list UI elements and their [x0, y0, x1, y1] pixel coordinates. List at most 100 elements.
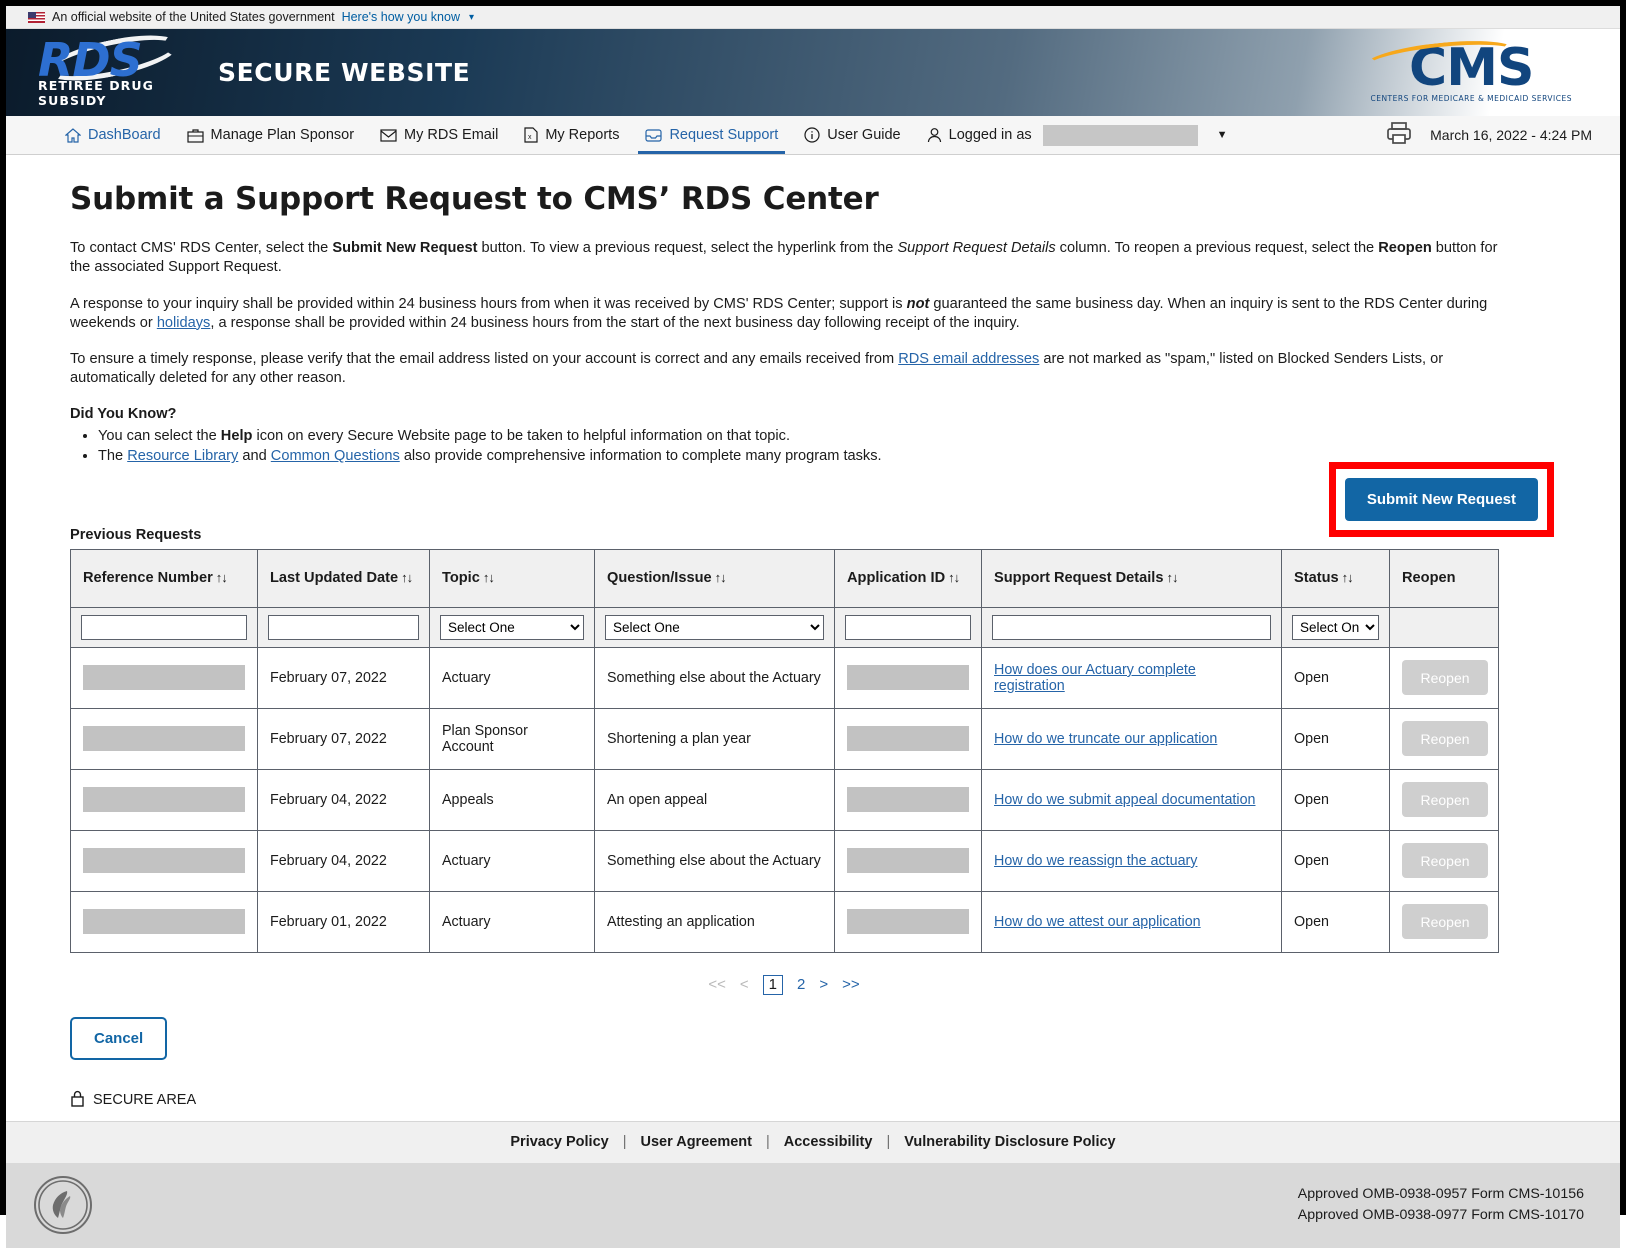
reopen-button[interactable]: Reopen — [1402, 721, 1488, 757]
table-head: Reference Number ↑↓ Last Updated Date ↑↓ T… — [70, 548, 1499, 648]
footer-link-user-agreement[interactable]: User Agreement — [627, 1134, 766, 1150]
home-icon — [65, 127, 81, 143]
cell-status: Open — [1281, 890, 1390, 953]
rds-logo[interactable]: RDS RETIREE DRUG SUBSIDY — [38, 25, 190, 108]
support-request-details-link[interactable]: How does our Actuary complete registrati… — [994, 662, 1196, 694]
b1-c: icon on every Secure Website page to be … — [252, 427, 791, 444]
sort-icon[interactable]: ↑↓ — [1342, 570, 1354, 585]
p1-a: To contact CMS' RDS Center, select the — [70, 240, 333, 256]
filter-last-updated-date-input[interactable] — [268, 614, 419, 640]
filter-status-select[interactable]: Select One — [1292, 614, 1379, 640]
support-request-details-link[interactable]: How do we truncate our application — [994, 731, 1217, 747]
sort-icon[interactable]: ↑↓ — [715, 570, 727, 585]
redacted-value — [847, 787, 969, 813]
nav-item-manage-plan-sponsor[interactable]: Manage Plan Sponsor — [174, 116, 368, 154]
header-label: Status — [1294, 570, 1339, 587]
col-header-reference-number[interactable]: Reference Number ↑↓ — [70, 548, 258, 608]
nav-right-group: March 16, 2022 - 4:24 PM — [1386, 116, 1620, 154]
pagination-first[interactable]: << — [708, 976, 726, 993]
b1-help-bold: Help — [220, 427, 253, 444]
heres-how-you-know-link[interactable]: Here's how you know — [342, 10, 460, 24]
chevron-down-icon[interactable]: ▼ — [1217, 129, 1228, 141]
col-header-topic[interactable]: Topic ↑↓ — [429, 548, 595, 608]
filter-cell-application-id — [834, 606, 982, 648]
printer-icon[interactable] — [1386, 121, 1412, 149]
filter-support-request-details-input[interactable] — [992, 614, 1271, 640]
previous-requests-label: Previous Requests — [70, 526, 202, 543]
sort-icon[interactable]: ↑↓ — [948, 570, 960, 585]
cell-support-request-details: How do we attest our application — [981, 890, 1282, 953]
rds-email-addresses-link[interactable]: RDS email addresses — [898, 351, 1039, 367]
reopen-button[interactable]: Reopen — [1402, 904, 1488, 940]
p1-submit-bold: Submit New Request — [332, 240, 478, 256]
redacted-value — [83, 665, 245, 691]
support-request-details-link[interactable]: How do we attest our application — [994, 914, 1201, 930]
col-header-reopen: Reopen — [1389, 548, 1499, 608]
nav-item-my-reports[interactable]: x My Reports — [511, 116, 632, 154]
cell-last-updated-date: February 07, 2022 — [257, 646, 430, 709]
pagination-page-1[interactable]: 1 — [762, 974, 783, 995]
cancel-button[interactable]: Cancel — [70, 1016, 168, 1060]
pagination-prev[interactable]: < — [740, 976, 749, 993]
cell-status: Open — [1281, 768, 1390, 831]
nav-label: My RDS Email — [404, 127, 499, 143]
col-header-application-id[interactable]: Application ID ↑↓ — [834, 548, 982, 608]
nav-item-request-support[interactable]: Request Support — [632, 116, 791, 154]
col-header-last-updated-date[interactable]: Last Updated Date ↑↓ — [257, 548, 430, 608]
report-icon: x — [524, 127, 538, 143]
nav-item-my-rds-email[interactable]: My RDS Email — [367, 116, 511, 154]
support-request-details-link[interactable]: How do we submit appeal documentation — [994, 792, 1255, 808]
redacted-value — [847, 665, 969, 691]
reopen-button[interactable]: Reopen — [1402, 843, 1488, 879]
current-datetime: March 16, 2022 - 4:24 PM — [1430, 127, 1592, 143]
filter-reference-number-input[interactable] — [81, 614, 247, 640]
footer-link-vulnerability-disclosure-policy[interactable]: Vulnerability Disclosure Policy — [890, 1134, 1129, 1150]
col-header-status[interactable]: Status ↑↓ — [1281, 548, 1390, 608]
redacted-value — [83, 787, 245, 813]
sort-icon[interactable]: ↑↓ — [216, 570, 228, 585]
footer-link-accessibility[interactable]: Accessibility — [770, 1134, 887, 1150]
sort-icon[interactable]: ↑↓ — [401, 570, 413, 585]
filter-question-issue-select[interactable]: Select One — [605, 614, 824, 640]
nav-item-dashboard[interactable]: DashBoard — [52, 116, 174, 154]
nav-item-logged-in-as[interactable]: Logged in as ▼ — [914, 116, 1241, 154]
cell-last-updated-date: February 01, 2022 — [257, 890, 430, 953]
submit-new-request-button[interactable]: Submit New Request — [1344, 477, 1538, 521]
cell-last-updated-date: February 04, 2022 — [257, 829, 430, 892]
pagination-last[interactable]: >> — [842, 976, 860, 993]
chevron-down-icon[interactable]: ▾ — [469, 12, 474, 23]
filter-topic-select[interactable]: Select One — [440, 614, 584, 640]
cell-reopen: Reopen — [1389, 646, 1499, 709]
lock-icon — [70, 1090, 85, 1111]
envelope-icon — [380, 128, 397, 142]
holidays-link[interactable]: holidays — [157, 315, 211, 331]
sort-icon[interactable]: ↑↓ — [1166, 570, 1178, 585]
reopen-button[interactable]: Reopen — [1402, 660, 1488, 696]
header-label: Topic — [442, 570, 480, 587]
intro-paragraph-3: To ensure a timely response, please veri… — [70, 350, 1515, 389]
support-request-details-link[interactable]: How do we reassign the actuary — [994, 853, 1197, 869]
page-root: An official website of the United States… — [0, 0, 1626, 1248]
footer-bottom: Approved OMB-0938-0957 Form CMS-10156 Ap… — [6, 1162, 1620, 1248]
pagination-page-2[interactable]: 2 — [797, 976, 805, 993]
pagination-next[interactable]: > — [819, 976, 828, 993]
reopen-button[interactable]: Reopen — [1402, 782, 1488, 818]
col-header-question-issue[interactable]: Question/Issue ↑↓ — [594, 548, 835, 608]
sort-icon[interactable]: ↑↓ — [483, 570, 495, 585]
resource-library-link[interactable]: Resource Library — [127, 448, 238, 464]
footer-link-privacy-policy[interactable]: Privacy Policy — [496, 1134, 622, 1150]
b1-a: You can select the — [98, 427, 221, 444]
inbox-icon — [645, 128, 663, 143]
hhs-seal-icon — [34, 1176, 92, 1235]
nav-label: Request Support — [669, 127, 779, 143]
cell-application-id — [834, 890, 982, 953]
header-label: Support Request Details — [994, 570, 1164, 587]
cell-question-issue: Attesting an application — [594, 890, 835, 953]
col-header-support-request-details[interactable]: Support Request Details ↑↓ — [981, 548, 1282, 608]
common-questions-link[interactable]: Common Questions — [271, 448, 400, 464]
intro-paragraph-2: A response to your inquiry shall be prov… — [70, 295, 1515, 334]
header-label: Last Updated Date — [270, 570, 399, 587]
cell-reopen: Reopen — [1389, 829, 1499, 892]
nav-item-user-guide[interactable]: User Guide — [791, 116, 913, 154]
filter-application-id-input[interactable] — [845, 614, 971, 640]
